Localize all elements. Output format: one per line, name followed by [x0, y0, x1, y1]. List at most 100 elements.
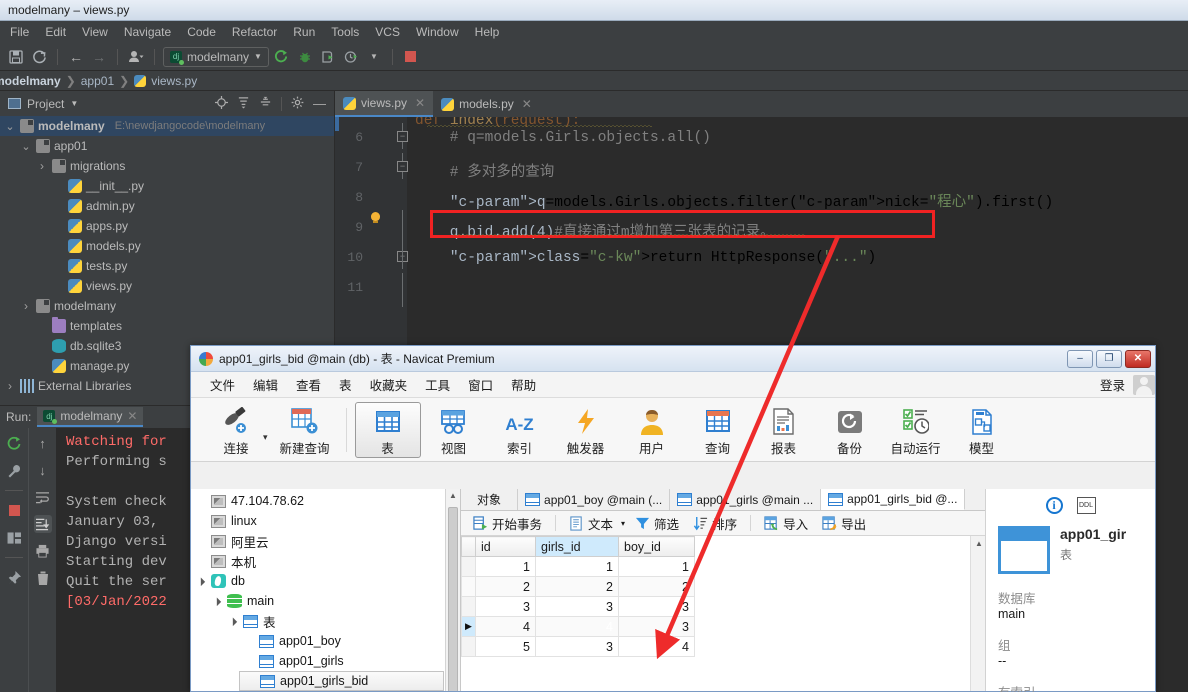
editor-tab-views-py[interactable]: views.py ✕ [335, 91, 434, 117]
navicat-toolbar-report[interactable]: 报表 [751, 403, 817, 457]
close-icon[interactable]: ✕ [127, 409, 137, 423]
navicat-tree-item-app01_boy[interactable]: app01_boy [239, 631, 444, 651]
maximize-button[interactable]: ❐ [1096, 349, 1122, 368]
project-tree-item-migrations[interactable]: › migrations [0, 156, 334, 176]
grid-cell[interactable]: 4 [618, 636, 695, 657]
breadcrumb-item-file[interactable]: views.py [151, 74, 197, 88]
trash-icon[interactable] [34, 569, 52, 587]
minimize-button[interactable]: – [1067, 349, 1093, 368]
run-configuration-selector[interactable]: dj modelmany ▼ [163, 46, 269, 67]
navicat-menu-window[interactable]: 窗口 [459, 373, 502, 396]
avatar[interactable] [1133, 374, 1155, 395]
object-tab-app01_girls-main-[interactable]: app01_girls @main ... [670, 489, 822, 510]
grid-toolbar-export[interactable]: 导出 [818, 514, 870, 533]
expand-all-icon[interactable] [237, 96, 250, 112]
menu-vcs[interactable]: VCS [367, 23, 408, 41]
grid-cell[interactable]: 2 [535, 576, 619, 597]
table-row[interactable]: 111 [461, 556, 695, 577]
menu-tools[interactable]: Tools [323, 23, 367, 41]
pycharm-menubar[interactable]: File Edit View Navigate Code Refactor Ru… [0, 21, 1188, 43]
chevron-down-icon-project[interactable]: ▼ [70, 99, 78, 108]
navicat-menu-help[interactable]: 帮助 [502, 373, 545, 396]
project-tree-item-admin-py[interactable]: admin.py [0, 196, 334, 216]
fold-marker-6[interactable]: − [397, 123, 409, 149]
data-grid[interactable]: id girls_id boy_id 1 1 1 2 2 2 3 3 3 ▶ 4 4 3 5 3 4 ▲ [461, 536, 985, 691]
menu-help[interactable]: Help [467, 23, 508, 41]
navicat-menu-favorites[interactable]: 收藏夹 [361, 373, 417, 396]
grid-toolbar-import[interactable]: 导入 [760, 514, 812, 533]
close-button[interactable]: ✕ [1125, 349, 1151, 368]
grid-cell[interactable]: 3 [475, 596, 536, 617]
object-tab-app01_boy-main-[interactable]: app01_boy @main (... [518, 489, 671, 510]
navicat-tree-item--[interactable]: 阿里云 [191, 531, 444, 551]
menu-code[interactable]: Code [179, 23, 224, 41]
chevron-right-icon[interactable]: › [4, 379, 16, 393]
settings-gear-icon[interactable] [291, 96, 304, 112]
object-tab--[interactable]: 对象 [461, 489, 519, 510]
info-circle-icon[interactable]: i [1045, 497, 1063, 514]
grid-cell[interactable]: 3 [535, 596, 619, 617]
grid-cell[interactable]: 1 [618, 556, 695, 577]
grid-row-marker[interactable]: ▶ [461, 616, 476, 637]
navicat-menu-edit[interactable]: 编辑 [244, 373, 287, 396]
grid-column-header-boy_id[interactable]: boy_id [618, 536, 695, 557]
grid-cell[interactable]: 2 [475, 576, 536, 597]
editor-tab-models-py[interactable]: models.py ✕ [433, 91, 540, 117]
navicat-toolbar-table[interactable]: 表 [354, 401, 421, 458]
navicat-connection-tree[interactable]: 47.104.78.62 linux 阿里云 本机 ◢ db ◢ main ◢ 表 app01_bo… [191, 489, 461, 691]
navicat-menu-table[interactable]: 表 [330, 373, 361, 396]
navicat-toolbar-index-az[interactable]: A-Z 索引 [487, 403, 553, 457]
login-link[interactable]: 登录 [1100, 375, 1125, 394]
grid-cell[interactable]: 2 [618, 576, 695, 597]
scroll-up-arrow-icon[interactable]: ▲ [449, 491, 457, 500]
pin-icon[interactable] [5, 568, 23, 586]
navicat-toolbar-user[interactable]: 用户 [619, 403, 685, 457]
close-icon[interactable]: ✕ [415, 96, 425, 110]
menu-file[interactable]: File [2, 23, 37, 41]
navicat-tree-item--[interactable]: 本机 [191, 551, 444, 571]
project-tree-item-models-py[interactable]: models.py [0, 236, 334, 256]
navicat-tree-item-linux[interactable]: linux [191, 511, 444, 531]
breadcrumb-item-project[interactable]: modelmany [0, 74, 61, 88]
grid-toolbar[interactable]: 开始事务 文本 ▾ 筛选 排序 导入 导出 [461, 511, 985, 536]
table-row[interactable]: 333 [461, 596, 695, 617]
sync-refresh-icon[interactable] [29, 47, 49, 67]
chevron-down-icon[interactable]: ⌄ [20, 140, 32, 153]
ddl-button[interactable]: DDL [1076, 497, 1096, 514]
minimize-icon[interactable]: — [313, 97, 326, 110]
locate-target-icon[interactable] [215, 95, 228, 112]
code-line-7[interactable]: # 多对多的查询 [415, 160, 554, 181]
fold-marker-7[interactable]: − [397, 153, 409, 179]
project-tree-item-modelmany[interactable]: › modelmany [0, 296, 334, 316]
code-line-10[interactable]: "c-param">class="c-kw">return HttpRespon… [415, 250, 876, 266]
table-row[interactable]: 534 [461, 636, 695, 657]
menu-window[interactable]: Window [408, 23, 467, 41]
editor-tab-bar[interactable]: views.py ✕ models.py ✕ [335, 91, 1188, 117]
connection-tree-scrollbar[interactable]: ▲ [445, 489, 460, 691]
grid-cell[interactable]: 3 [618, 596, 695, 617]
grid-cell[interactable]: 3 [535, 636, 619, 657]
project-tree-item-app01[interactable]: ⌄ app01 [0, 136, 334, 156]
run-tab-modelmany[interactable]: dj modelmany ✕ [37, 407, 144, 427]
project-tree-item-apps-py[interactable]: apps.py [0, 216, 334, 236]
navicat-toolbar-model[interactable]: 模型 [949, 403, 1015, 457]
menu-navigate[interactable]: Navigate [116, 23, 179, 41]
menu-view[interactable]: View [74, 23, 116, 41]
data-grid-table[interactable]: id girls_id boy_id 1 1 1 2 2 2 3 3 3 ▶ 4 4 3 5 3 4 [461, 536, 695, 657]
project-tree-item-views-py[interactable]: views.py [0, 276, 334, 296]
project-tree-item-templates[interactable]: templates [0, 316, 334, 336]
scroll-up-icon[interactable]: ↑ [34, 434, 52, 452]
chevron-down-icon-2[interactable]: ▼ [364, 47, 384, 67]
stop-icon[interactable] [401, 47, 421, 67]
expand-arrow-icon[interactable]: ◢ [225, 614, 239, 628]
navicat-toolbar-trigger-bolt[interactable]: 触发器 [553, 403, 619, 457]
project-tree-item--init-py[interactable]: __init__.py [0, 176, 334, 196]
navicat-tree-item-47-104-78-62[interactable]: 47.104.78.62 [191, 491, 444, 511]
forward-arrow-icon[interactable]: → [89, 47, 109, 67]
project-panel-title[interactable]: Project [27, 97, 64, 111]
grid-row-marker[interactable] [461, 636, 476, 657]
navicat-toolbar-connection[interactable]: 连接 [203, 403, 269, 457]
soft-wrap-icon[interactable] [34, 488, 52, 506]
grid-column-header-id[interactable]: id [475, 536, 536, 557]
project-tree-item-modelmany[interactable]: ⌄ modelmany E:\newdjangocode\modelmany [0, 116, 334, 136]
